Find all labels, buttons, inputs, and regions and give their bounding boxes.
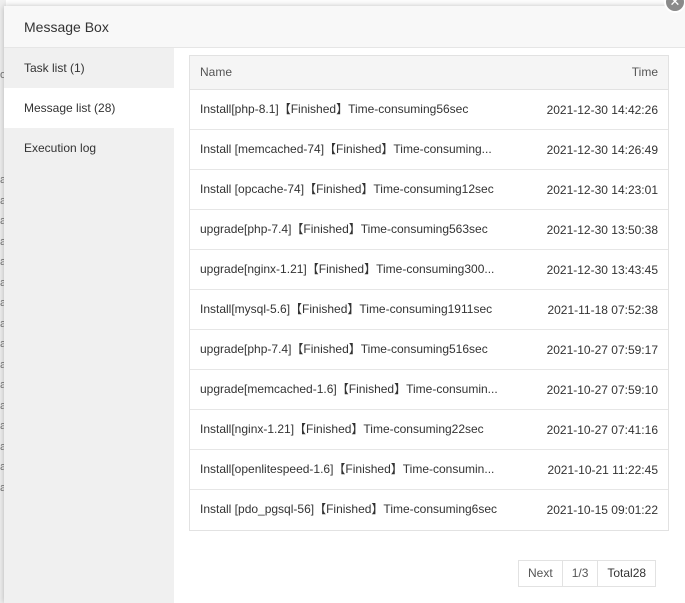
sidebar-item-execution-log[interactable]: Execution log: [4, 128, 174, 168]
table-row: upgrade[php-7.4]【Finished】Time-consuming…: [190, 210, 668, 250]
task-name-cell: Install[nginx-1.21]【Finished】Time-consum…: [200, 422, 484, 436]
dialog-titlebar: Message Box: [4, 6, 685, 48]
table-row: upgrade[nginx-1.21]【Finished】Time-consum…: [190, 250, 668, 290]
sidebar: Task list (1) Message list (28) Executio…: [4, 48, 174, 603]
table-header: Name Time: [190, 56, 668, 90]
table-body: Install[php-8.1]【Finished】Time-consuming…: [190, 90, 668, 530]
column-header-name: Name: [200, 65, 233, 79]
table-row: Install [pdo_pgsql-56]【Finished】Time-con…: [190, 490, 668, 530]
task-name-cell: Install [opcache-74]【Finished】Time-consu…: [200, 182, 494, 196]
page-indicator: 1/3: [563, 561, 599, 586]
task-name-cell: Install[php-8.1]【Finished】Time-consuming…: [200, 102, 469, 116]
task-name-cell: upgrade[php-7.4]【Finished】Time-consuming…: [200, 222, 488, 236]
task-time-cell: 2021-12-30 14:42:26: [546, 103, 658, 117]
message-table: Name Time Install[php-8.1]【Finished】Time…: [189, 55, 669, 531]
table-row: upgrade[php-7.4]【Finished】Time-consuming…: [190, 330, 668, 370]
task-time-cell: 2021-10-27 07:41:16: [546, 423, 658, 437]
pagination: Next 1/3 Total28: [518, 560, 657, 587]
next-page-button[interactable]: Next: [519, 561, 563, 586]
task-time-cell: 2021-10-15 09:01:22: [546, 503, 658, 517]
task-time-cell: 2021-10-27 07:59:17: [546, 343, 658, 357]
task-time-cell: 2021-12-30 14:23:01: [546, 183, 658, 197]
task-name-cell: upgrade[memcached-1.6]【Finished】Time-con…: [200, 382, 498, 396]
table-row: Install[nginx-1.21]【Finished】Time-consum…: [190, 410, 668, 450]
table-row: Install [opcache-74]【Finished】Time-consu…: [190, 170, 668, 210]
sidebar-item-task-list[interactable]: Task list (1): [4, 48, 174, 88]
task-time-cell: 2021-10-27 07:59:10: [546, 383, 658, 397]
total-count: Total28: [607, 566, 647, 580]
table-row: Install[openlitespeed-1.6]【Finished】Time…: [190, 450, 668, 490]
task-name-cell: Install [pdo_pgsql-56]【Finished】Time-con…: [200, 502, 498, 516]
task-time-cell: 2021-12-30 13:43:45: [546, 263, 658, 277]
table-row: upgrade[memcached-1.6]【Finished】Time-con…: [190, 370, 668, 410]
task-time-cell: 2021-11-18 07:52:38: [547, 303, 658, 317]
table-row: Install[mysql-5.6]【Finished】Time-consumi…: [190, 290, 668, 330]
table-row: Install[php-8.1]【Finished】Time-consuming…: [190, 90, 668, 130]
task-time-cell: 2021-10-21 11:22:45: [547, 463, 658, 477]
task-time-cell: 2021-12-30 14:26:49: [546, 143, 658, 157]
task-name-cell: Install [memcached-74]【Finished】Time-con…: [200, 142, 492, 156]
message-box-dialog: Message Box Task list (1) Message list (…: [4, 6, 685, 603]
sidebar-item-message-list[interactable]: Message list (28): [4, 88, 174, 128]
task-name-cell: upgrade[nginx-1.21]【Finished】Time-consum…: [200, 262, 495, 276]
dialog-title: Message Box: [24, 19, 109, 35]
table-row: Install [memcached-74]【Finished】Time-con…: [190, 130, 668, 170]
task-name-cell: upgrade[php-7.4]【Finished】Time-consuming…: [200, 342, 488, 356]
task-time-cell: 2021-12-30 13:50:38: [546, 223, 658, 237]
task-name-cell: Install[mysql-5.6]【Finished】Time-consumi…: [200, 302, 493, 316]
task-name-cell: Install[openlitespeed-1.6]【Finished】Time…: [200, 462, 495, 476]
column-header-time: Time: [631, 65, 658, 79]
